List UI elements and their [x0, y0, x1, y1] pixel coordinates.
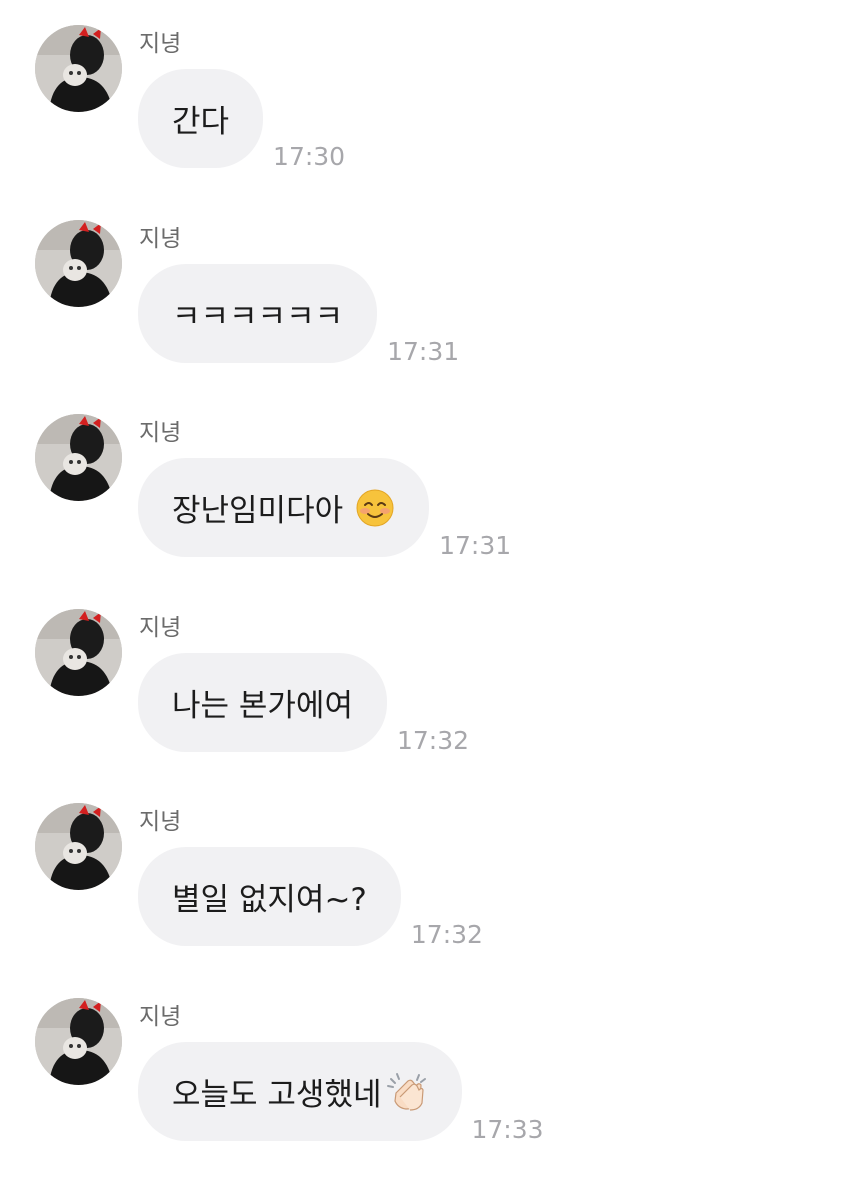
sender-name: 지녕	[139, 809, 182, 835]
sender-name: 지녕	[139, 1004, 182, 1030]
avatar[interactable]	[35, 998, 122, 1085]
message-item: 지녕 간다 17:30	[0, 25, 850, 185]
sender-name: 지녕	[139, 420, 182, 446]
message-item: 지녕 나는 본가에여 17:32	[0, 609, 850, 769]
bubble-row: 장난임미다아 17:31	[138, 458, 511, 560]
avatar[interactable]	[35, 609, 122, 696]
bubble-row: 별일 없지여~? 17:32	[138, 847, 483, 949]
message-text: 별일 없지여~?	[172, 882, 367, 918]
message-time: 17:33	[471, 1115, 544, 1144]
smiling-blush-icon	[355, 488, 395, 528]
message-bubble[interactable]: ㅋㅋㅋㅋㅋㅋ	[138, 264, 378, 363]
bubble-row: 오늘도 고생했네 17:33	[138, 1042, 544, 1144]
avatar[interactable]	[35, 25, 122, 112]
message-text: 간다	[172, 104, 230, 140]
bubble-row: ㅋㅋㅋㅋㅋㅋ 17:31	[138, 264, 459, 366]
profile-photo-icon	[35, 609, 122, 696]
message-text: 장난임미다아	[172, 493, 344, 529]
profile-photo-icon	[35, 998, 122, 1085]
message-item: 지녕 별일 없지여~? 17:32	[0, 803, 850, 963]
message-bubble[interactable]: 오늘도 고생했네	[138, 1042, 462, 1141]
profile-photo-icon	[35, 220, 122, 307]
bubble-row: 나는 본가에여 17:32	[138, 653, 469, 755]
message-item: 지녕 ㅋㅋㅋㅋㅋㅋ 17:31	[0, 220, 850, 380]
sender-name: 지녕	[139, 31, 182, 57]
chat-conversation: 지녕 간다 17:30 지녕 ㅋㅋㅋㅋㅋㅋ 17:31 지녕 장난임미다아 17…	[0, 0, 850, 1200]
message-time: 17:32	[410, 920, 483, 949]
avatar[interactable]	[35, 414, 122, 501]
message-text: 오늘도 고생했네	[172, 1077, 382, 1113]
message-text: 나는 본가에여	[172, 688, 353, 724]
message-bubble[interactable]: 간다	[138, 69, 264, 168]
message-time: 17:31	[439, 531, 512, 560]
profile-photo-icon	[35, 803, 122, 890]
sender-name: 지녕	[139, 615, 182, 641]
message-text: ㅋㅋㅋㅋㅋㅋ	[172, 299, 344, 335]
message-time: 17:31	[387, 337, 460, 366]
message-time: 17:32	[396, 726, 470, 755]
profile-photo-icon	[35, 25, 122, 112]
clapping-hands-icon	[386, 1071, 428, 1113]
message-item: 지녕 오늘도 고생했네 17:33	[0, 998, 850, 1158]
sender-name: 지녕	[139, 226, 182, 252]
bubble-row: 간다 17:30	[138, 69, 345, 171]
message-time: 17:30	[273, 142, 346, 171]
message-item: 지녕 장난임미다아 17:31	[0, 414, 850, 574]
profile-photo-icon	[35, 414, 122, 501]
avatar[interactable]	[35, 803, 122, 890]
message-bubble[interactable]: 장난임미다아	[138, 458, 430, 557]
message-bubble[interactable]: 별일 없지여~?	[138, 847, 401, 946]
avatar[interactable]	[35, 220, 122, 307]
message-bubble[interactable]: 나는 본가에여	[138, 653, 387, 752]
